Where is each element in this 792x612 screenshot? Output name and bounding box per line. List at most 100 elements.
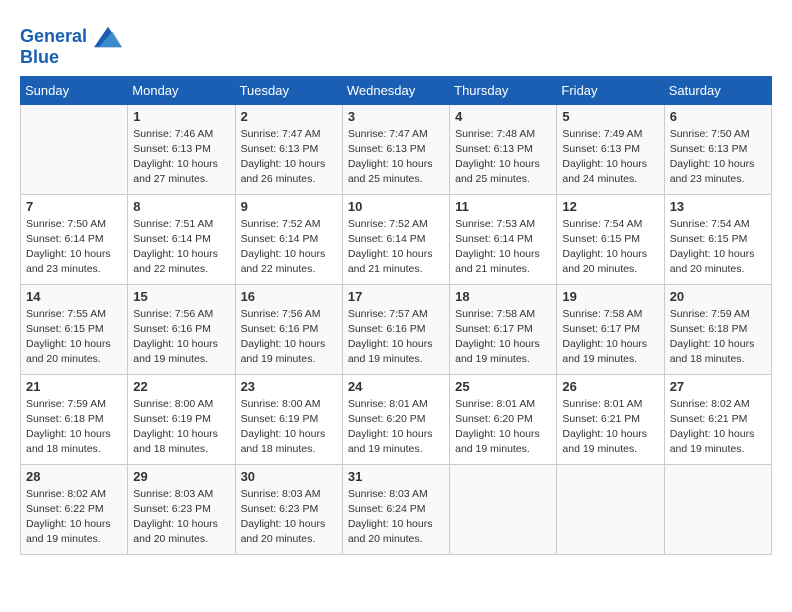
day-info: Sunrise: 7:59 AMSunset: 6:18 PMDaylight:… xyxy=(670,307,766,368)
day-number: 7 xyxy=(26,199,122,214)
day-number: 30 xyxy=(241,469,337,484)
day-info: Sunrise: 7:59 AMSunset: 6:18 PMDaylight:… xyxy=(26,397,122,458)
day-number: 3 xyxy=(348,109,444,124)
day-number: 25 xyxy=(455,379,551,394)
calendar-cell: 11 Sunrise: 7:53 AMSunset: 6:14 PMDayligh… xyxy=(450,194,557,284)
day-number: 23 xyxy=(241,379,337,394)
day-info: Sunrise: 7:52 AMSunset: 6:14 PMDaylight:… xyxy=(348,217,444,278)
calendar-cell: 26Sunrise: 8:01 AMSunset: 6:21 PMDayligh… xyxy=(557,374,664,464)
day-number: 10 xyxy=(348,199,444,214)
day-info: Sunrise: 7:58 AMSunset: 6:17 PMDaylight:… xyxy=(562,307,658,368)
weekday-header: Thursday xyxy=(450,76,557,104)
logo: General Blue xyxy=(20,26,122,68)
day-number: 28 xyxy=(26,469,122,484)
calendar-cell: 5 Sunrise: 7:49 AMSunset: 6:13 PMDaylight… xyxy=(557,104,664,194)
day-info: Sunrise: 8:03 AMSunset: 6:23 PMDaylight:… xyxy=(133,487,229,548)
day-info: Sunrise: 7:47 AMSunset: 6:13 PMDaylight:… xyxy=(348,127,444,188)
calendar-cell xyxy=(450,464,557,554)
day-info: Sunrise: 7:57 AMSunset: 6:16 PMDaylight:… xyxy=(348,307,444,368)
logo-text: General xyxy=(20,26,122,48)
calendar-cell: 9Sunrise: 7:52 AMSunset: 6:14 PMDaylight… xyxy=(235,194,342,284)
day-info: Sunrise: 7:50 AMSunset: 6:14 PMDaylight:… xyxy=(26,217,122,278)
calendar-cell: 2 Sunrise: 7:47 AMSunset: 6:13 PMDaylight… xyxy=(235,104,342,194)
day-number: 13 xyxy=(670,199,766,214)
weekday-header: Sunday xyxy=(21,76,128,104)
calendar-cell: 19 Sunrise: 7:58 AMSunset: 6:17 PMDayligh… xyxy=(557,284,664,374)
day-number: 29 xyxy=(133,469,229,484)
calendar-cell: 29 Sunrise: 8:03 AMSunset: 6:23 PMDayligh… xyxy=(128,464,235,554)
calendar-cell: 13 Sunrise: 7:54 AMSunset: 6:15 PMDayligh… xyxy=(664,194,771,284)
calendar-cell: 8 Sunrise: 7:51 AMSunset: 6:14 PMDaylight… xyxy=(128,194,235,284)
day-number: 16 xyxy=(241,289,337,304)
day-number: 11 xyxy=(455,199,551,214)
calendar-cell: 7 Sunrise: 7:50 AMSunset: 6:14 PMDaylight… xyxy=(21,194,128,284)
calendar-cell: 21 Sunrise: 7:59 AMSunset: 6:18 PMDayligh… xyxy=(21,374,128,464)
day-number: 19 xyxy=(562,289,658,304)
calendar-table: SundayMondayTuesdayWednesdayThursdayFrid… xyxy=(20,76,772,555)
day-info: Sunrise: 7:53 AMSunset: 6:14 PMDaylight:… xyxy=(455,217,551,278)
weekday-header: Wednesday xyxy=(342,76,449,104)
day-number: 5 xyxy=(562,109,658,124)
day-number: 20 xyxy=(670,289,766,304)
calendar-cell: 22 Sunrise: 8:00 AMSunset: 6:19 PMDayligh… xyxy=(128,374,235,464)
day-number: 27 xyxy=(670,379,766,394)
day-number: 9 xyxy=(241,199,337,214)
day-info: Sunrise: 8:00 AMSunset: 6:19 PMDaylight:… xyxy=(241,397,337,458)
day-number: 22 xyxy=(133,379,229,394)
day-info: Sunrise: 7:50 AMSunset: 6:13 PMDaylight:… xyxy=(670,127,766,188)
calendar-cell xyxy=(21,104,128,194)
day-info: Sunrise: 7:46 AMSunset: 6:13 PMDaylight:… xyxy=(133,127,229,188)
calendar-cell: 17 Sunrise: 7:57 AMSunset: 6:16 PMDayligh… xyxy=(342,284,449,374)
day-info: Sunrise: 7:56 AMSunset: 6:16 PMDaylight:… xyxy=(133,307,229,368)
day-info: Sunrise: 8:01 AMSunset: 6:20 PMDaylight:… xyxy=(455,397,551,458)
calendar-cell: 30 Sunrise: 8:03 AMSunset: 6:23 PMDayligh… xyxy=(235,464,342,554)
calendar-cell: 18 Sunrise: 7:58 AMSunset: 6:17 PMDayligh… xyxy=(450,284,557,374)
day-info: Sunrise: 7:48 AMSunset: 6:13 PMDaylight:… xyxy=(455,127,551,188)
day-info: Sunrise: 8:02 AMSunset: 6:21 PMDaylight:… xyxy=(670,397,766,458)
day-number: 31 xyxy=(348,469,444,484)
weekday-header: Saturday xyxy=(664,76,771,104)
calendar-cell: 27 Sunrise: 8:02 AMSunset: 6:21 PMDayligh… xyxy=(664,374,771,464)
day-info: Sunrise: 8:00 AMSunset: 6:19 PMDaylight:… xyxy=(133,397,229,458)
day-info: Sunrise: 8:01 AMSunset: 6:21 PMDaylight:… xyxy=(562,397,658,458)
day-number: 14 xyxy=(26,289,122,304)
day-info: Sunrise: 7:49 AMSunset: 6:13 PMDaylight:… xyxy=(562,127,658,188)
day-number: 18 xyxy=(455,289,551,304)
calendar-cell: 28 Sunrise: 8:02 AMSunset: 6:22 PMDayligh… xyxy=(21,464,128,554)
weekday-header: Monday xyxy=(128,76,235,104)
day-number: 21 xyxy=(26,379,122,394)
day-number: 8 xyxy=(133,199,229,214)
day-info: Sunrise: 8:01 AMSunset: 6:20 PMDaylight:… xyxy=(348,397,444,458)
day-number: 6 xyxy=(670,109,766,124)
day-number: 17 xyxy=(348,289,444,304)
weekday-header: Tuesday xyxy=(235,76,342,104)
day-info: Sunrise: 7:55 AMSunset: 6:15 PMDaylight:… xyxy=(26,307,122,368)
day-info: Sunrise: 7:54 AMSunset: 6:15 PMDaylight:… xyxy=(670,217,766,278)
logo-blue: Blue xyxy=(20,48,122,68)
calendar-cell: 20 Sunrise: 7:59 AMSunset: 6:18 PMDayligh… xyxy=(664,284,771,374)
calendar-cell: 10 Sunrise: 7:52 AMSunset: 6:14 PMDayligh… xyxy=(342,194,449,284)
calendar-cell: 23 Sunrise: 8:00 AMSunset: 6:19 PMDayligh… xyxy=(235,374,342,464)
day-number: 2 xyxy=(241,109,337,124)
calendar-cell xyxy=(664,464,771,554)
calendar-cell: 14 Sunrise: 7:55 AMSunset: 6:15 PMDayligh… xyxy=(21,284,128,374)
day-info: Sunrise: 8:03 AMSunset: 6:24 PMDaylight:… xyxy=(348,487,444,548)
day-number: 12 xyxy=(562,199,658,214)
day-info: Sunrise: 7:58 AMSunset: 6:17 PMDaylight:… xyxy=(455,307,551,368)
calendar-cell: 25 Sunrise: 8:01 AMSunset: 6:20 PMDayligh… xyxy=(450,374,557,464)
day-info: Sunrise: 7:54 AMSunset: 6:15 PMDaylight:… xyxy=(562,217,658,278)
calendar-cell: 3 Sunrise: 7:47 AMSunset: 6:13 PMDaylight… xyxy=(342,104,449,194)
page-header: General Blue xyxy=(20,20,772,68)
day-info: Sunrise: 7:51 AMSunset: 6:14 PMDaylight:… xyxy=(133,217,229,278)
day-info: Sunrise: 8:02 AMSunset: 6:22 PMDaylight:… xyxy=(26,487,122,548)
calendar-cell: 12 Sunrise: 7:54 AMSunset: 6:15 PMDayligh… xyxy=(557,194,664,284)
calendar-cell: 4 Sunrise: 7:48 AMSunset: 6:13 PMDaylight… xyxy=(450,104,557,194)
day-number: 4 xyxy=(455,109,551,124)
calendar-cell: 6 Sunrise: 7:50 AMSunset: 6:13 PMDaylight… xyxy=(664,104,771,194)
calendar-cell: 31 Sunrise: 8:03 AMSunset: 6:24 PMDayligh… xyxy=(342,464,449,554)
day-info: Sunrise: 8:03 AMSunset: 6:23 PMDaylight:… xyxy=(241,487,337,548)
day-number: 24 xyxy=(348,379,444,394)
calendar-cell: 16Sunrise: 7:56 AMSunset: 6:16 PMDayligh… xyxy=(235,284,342,374)
day-info: Sunrise: 7:47 AMSunset: 6:13 PMDaylight:… xyxy=(241,127,337,188)
day-number: 1 xyxy=(133,109,229,124)
